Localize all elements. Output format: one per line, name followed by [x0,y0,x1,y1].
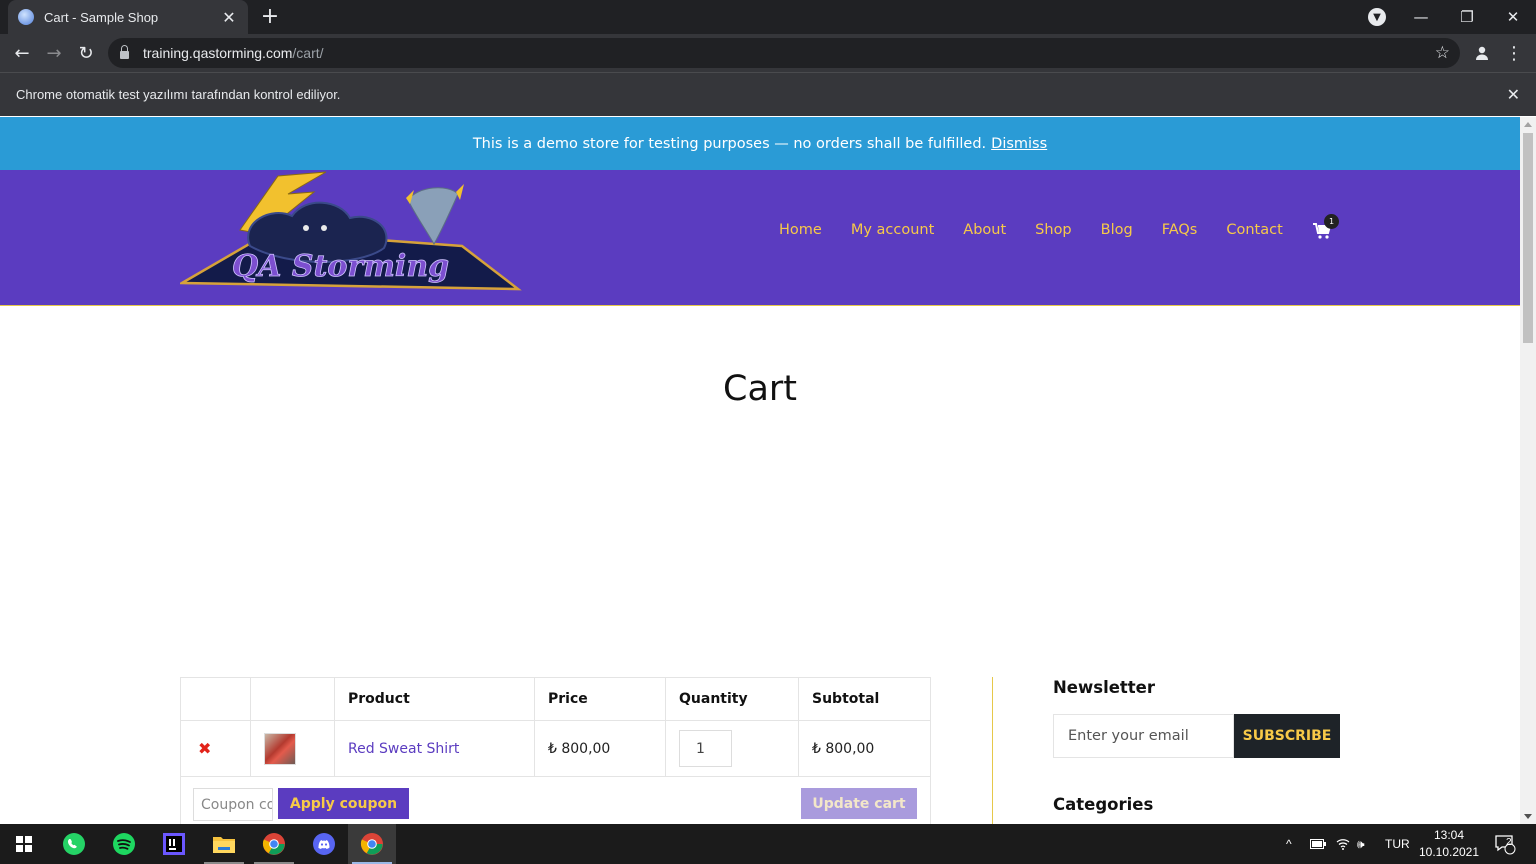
intellij-icon[interactable] [150,824,198,864]
product-name-link[interactable]: Red Sweat Shirt [348,741,459,757]
newsletter-title: Newsletter [1053,678,1156,697]
discord-icon[interactable] [300,824,348,864]
profile-icon[interactable] [1470,41,1494,65]
col-product-header: Product [334,677,535,721]
col-price-header: Price [534,677,666,721]
remove-item-icon[interactable]: ✖ [194,739,211,758]
forward-button[interactable]: → [42,41,66,65]
item-price: ₺ 800,00 [534,720,666,777]
update-cart-button[interactable]: Update cart [801,788,917,819]
menu-kebab-icon[interactable]: ⋮ [1502,41,1526,65]
page-viewport: This is a demo store for testing purpose… [0,117,1520,824]
back-button[interactable]: ← [10,41,34,65]
chrome-icon[interactable] [250,824,298,864]
scroll-thumb[interactable] [1523,133,1533,343]
page-title: Cart [723,369,797,409]
spotify-icon[interactable] [100,824,148,864]
restore-button[interactable]: ❐ [1444,0,1490,34]
whatsapp-icon[interactable] [50,824,98,864]
tab-search-icon[interactable]: ▼ [1368,8,1386,26]
notification-center-icon[interactable]: 2 [1494,824,1516,864]
browser-toolbar: ← → ↻ training.qastorming.com/cart/ ☆ ⋮ [0,34,1536,72]
infobar-text: Chrome otomatik test yazılımı tarafından… [16,87,341,102]
cart-item-row: ✖ Red Sweat Shirt ₺ 800,00 1 ₺ 800,00 [180,720,931,777]
tab-title: Cart - Sample Shop [44,9,159,25]
dismiss-link[interactable]: Dismiss [991,136,1047,152]
quantity-input[interactable]: 1 [679,730,732,767]
url-path: /cart/ [292,45,324,61]
qa-storming-logo[interactable]: QA Storming [180,170,522,294]
url-host: training.qastorming.com [143,45,293,61]
chrome-active-icon[interactable] [348,824,396,864]
product-thumbnail[interactable] [264,732,296,765]
cart-header-row: Product Price Quantity Subtotal [180,677,931,721]
tray-chevron-icon[interactable]: ^ [1286,824,1292,864]
logo-text: QA Storming [232,249,449,284]
scroll-up-icon[interactable] [1524,122,1532,127]
close-window-button[interactable]: ✕ [1490,0,1536,34]
tab-close-icon[interactable]: ✕ [220,8,238,27]
minimize-button[interactable]: — [1398,0,1444,34]
clock-time: 13:04 [1433,828,1465,842]
subscribe-button[interactable]: SUBSCRIBE [1234,714,1340,758]
demo-notice-text: This is a demo store for testing purpose… [472,135,987,152]
automation-infobar: Chrome otomatik test yazılımı tarafından… [0,72,1536,116]
volume-icon[interactable]: 🕪 [1357,824,1365,864]
nav-shop[interactable]: Shop [1035,222,1071,238]
taskbar-clock[interactable]: 13:04 10.10.2021 [1416,827,1482,861]
address-bar[interactable]: training.qastorming.com/cart/ ☆ [108,38,1460,68]
notification-count: 2 [1506,837,1512,848]
page-scrollbar[interactable] [1520,117,1536,824]
sidebar-divider [992,677,993,824]
nav-blog[interactable]: Blog [1101,222,1133,238]
site-favicon-icon [18,9,34,25]
cart-count-badge: 1 [1324,214,1339,229]
nav-home[interactable]: Home [779,222,822,238]
col-subtotal-header: Subtotal [798,677,931,721]
site-header: QA Storming Home My account About Shop B… [0,170,1520,306]
windows-start-icon[interactable] [0,824,48,864]
infobar-close-icon[interactable]: ✕ [1507,85,1520,104]
new-tab-button[interactable]: + [258,4,282,29]
reload-button[interactable]: ↻ [74,41,98,65]
item-subtotal: ₺ 800,00 [798,720,931,777]
clock-date: 10.10.2021 [1418,845,1480,859]
file-explorer-icon[interactable] [200,824,248,864]
coupon-code-input[interactable]: Coupon code [193,788,273,821]
nav-my-account[interactable]: My account [851,222,934,238]
wifi-icon[interactable] [1336,824,1350,864]
browser-tab[interactable]: Cart - Sample Shop ✕ [8,0,248,34]
lock-icon [120,45,129,59]
bookmark-star-icon[interactable]: ☆ [1435,43,1450,63]
scroll-down-icon[interactable] [1524,814,1532,819]
nav-about[interactable]: About [963,222,1006,238]
nav-faqs[interactable]: FAQs [1162,222,1198,238]
battery-icon[interactable] [1310,824,1326,864]
apply-coupon-button[interactable]: Apply coupon [278,788,409,819]
browser-tabbar: Cart - Sample Shop ✕ + ▼ — ❐ ✕ [0,0,1536,34]
language-indicator[interactable]: TUR [1385,824,1410,864]
col-remove-header [180,677,251,721]
col-thumb-header [250,677,335,721]
col-quantity-header: Quantity [665,677,799,721]
demo-store-notice: This is a demo store for testing purpose… [0,117,1520,170]
newsletter-email-input[interactable]: Enter your email [1053,714,1234,758]
nav-contact[interactable]: Contact [1226,222,1282,238]
categories-title: Categories [1053,795,1154,814]
main-nav: Home My account About Shop Blog FAQs Con… [779,222,1283,238]
windows-taskbar: ^ 🕪 TUR 13:04 10.10.2021 2 [0,824,1536,864]
